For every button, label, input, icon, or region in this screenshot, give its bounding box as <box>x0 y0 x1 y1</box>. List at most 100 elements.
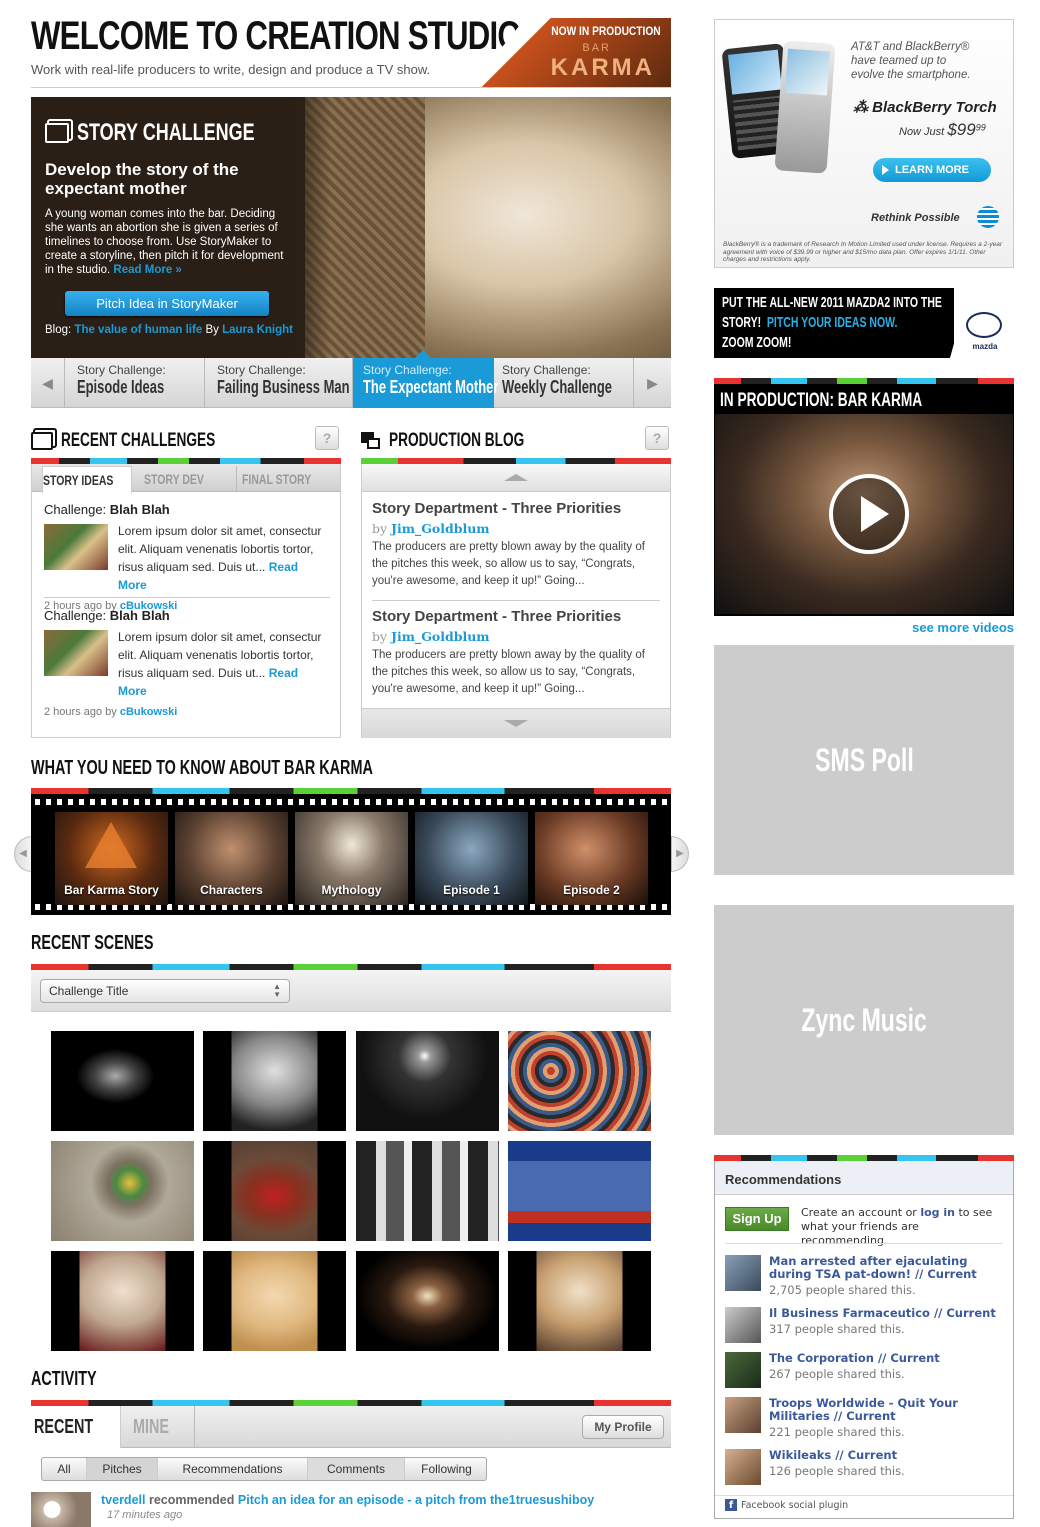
recommendations-heading: Recommendations <box>725 1172 842 1187</box>
hero-section-label: STORY CHALLENGE <box>77 119 255 146</box>
chevron-up-icon <box>504 474 528 481</box>
blog-scroll-up[interactable] <box>362 464 670 492</box>
sign-up-button[interactable]: Sign Up <box>725 1207 789 1231</box>
tab-story-ideas[interactable]: STORY IDEAS <box>42 466 132 493</box>
tab-mine[interactable]: MINE <box>121 1406 195 1448</box>
filmstrip-next[interactable]: ▶ <box>671 836 689 872</box>
blackberry-icon: ⁂ <box>853 99 868 116</box>
blackberry-logo: ⁂ BlackBerry Torch <box>853 99 997 116</box>
activity-user-link[interactable]: tverdell <box>101 1493 145 1507</box>
filter-following[interactable]: Following <box>405 1458 486 1480</box>
recommendation-item[interactable]: Wikileaks // Current 126 people shared t… <box>725 1449 1005 1485</box>
scene-thumbnail[interactable] <box>356 1251 499 1351</box>
challenge-thumbnail <box>44 630 108 676</box>
filter-pitches[interactable]: Pitches <box>87 1458 158 1480</box>
hero-panel: STORY CHALLENGE Develop the story of the… <box>31 97 671 358</box>
filter-comments[interactable]: Comments <box>308 1458 405 1480</box>
scene-thumbnail[interactable] <box>356 1031 499 1131</box>
recommendation-item[interactable]: Man arrested after ejaculating during TS… <box>725 1255 1005 1297</box>
tab-story-dev[interactable]: STORY DEV <box>132 466 237 492</box>
blackberry-ad[interactable]: AT&T and BlackBerry® have teamed up to evo… <box>714 19 1014 268</box>
avatar[interactable] <box>31 1492 91 1527</box>
filmstrip-item-bar-karma-story[interactable]: Bar Karma Story <box>55 812 168 905</box>
chevron-down-icon <box>504 720 528 727</box>
video-player[interactable] <box>715 414 1013 614</box>
page-subtitle: Work with real-life producers to write, … <box>31 62 431 77</box>
scene-thumbnail[interactable] <box>51 1251 194 1351</box>
blog-post-title[interactable]: Story Department - Three Priorities <box>372 608 660 625</box>
activity-heading: ACTIVITY <box>31 1368 97 1390</box>
filter-recommendations[interactable]: Recommendations <box>158 1458 308 1480</box>
zync-music-panel[interactable]: Zync Music <box>714 905 1014 1135</box>
scene-thumbnail[interactable] <box>203 1031 346 1131</box>
scene-thumbnail[interactable] <box>508 1141 651 1241</box>
filmstrip-item-episode-2[interactable]: Episode 2 <box>535 812 648 905</box>
hero-blog-link[interactable]: The value of human life <box>74 324 202 336</box>
blog-post-title[interactable]: Story Department - Three Priorities <box>372 500 660 517</box>
see-more-videos-link[interactable]: see more videos <box>880 620 1014 635</box>
tab-episode-ideas[interactable]: Story Challenge: Episode Ideas <box>65 358 205 408</box>
mazda-logo-icon <box>966 312 1002 338</box>
badge-line3: KARMA <box>550 54 655 81</box>
hero-blog-author[interactable]: Laura Knight <box>222 324 293 336</box>
pitch-your-ideas-link[interactable]: PITCH YOUR IDEAS NOW. <box>767 314 897 331</box>
activity-pitch-link[interactable]: Pitch an idea for an episode - a pitch f… <box>238 1493 594 1507</box>
challenge-user-link[interactable]: cBukowski <box>120 706 177 718</box>
badge-line2: BAR <box>582 42 611 54</box>
avatar <box>725 1397 761 1433</box>
facebook-icon: f <box>725 1499 737 1511</box>
scene-thumbnail[interactable] <box>203 1141 346 1241</box>
facebook-plugin-footer[interactable]: f Facebook social plugin <box>725 1499 848 1511</box>
scene-thumbnail[interactable] <box>356 1141 499 1241</box>
filmstrip-prev[interactable]: ◀ <box>14 836 32 872</box>
learn-more-button[interactable]: LEARN MORE <box>873 158 991 182</box>
scene-thumbnail[interactable] <box>508 1251 651 1351</box>
scene-thumbnail[interactable] <box>51 1141 194 1241</box>
blog-author-link[interactable]: Jim_Goldblum <box>391 521 489 536</box>
challenge-item[interactable]: Challenge: Blah Blah Lorem ipsum dolor s… <box>44 502 330 612</box>
video-panel: IN PRODUCTION: BAR KARMA <box>714 384 1014 616</box>
log-in-link[interactable]: log in <box>920 1206 955 1219</box>
tab-weekly-challenge[interactable]: Story Challenge: Weekly Challenge <box>494 358 634 408</box>
tabs-next-arrow[interactable]: ▶ <box>634 358 671 408</box>
activity-entry: tverdell recommended Pitch an idea for a… <box>31 1492 671 1527</box>
blog-icon <box>361 432 381 450</box>
pitch-idea-button[interactable]: Pitch Idea in StoryMaker <box>65 291 269 316</box>
filmstrip-item-characters[interactable]: Characters <box>175 812 288 905</box>
tab-expectant-mother[interactable]: Story Challenge: The Expectant Mother <box>353 350 498 408</box>
recent-challenges-help-button[interactable]: ? <box>315 426 339 450</box>
blog-author-link[interactable]: Jim_Goldblum <box>391 629 489 644</box>
recent-challenges-heading: RECENT CHALLENGES <box>61 430 216 451</box>
filmstrip-item-mythology[interactable]: Mythology <box>295 812 408 905</box>
recommendation-item[interactable]: Il Business Farmaceutico // Current 317 … <box>725 1307 1005 1343</box>
page-header: WELCOME TO CREATION STUDIOS Work with re… <box>31 14 671 88</box>
blog-post[interactable]: Story Department - Three Priorities by J… <box>372 500 660 601</box>
scene-thumbnail[interactable] <box>508 1031 651 1131</box>
video-heading: IN PRODUCTION: BAR KARMA <box>720 390 923 411</box>
tabs-prev-arrow[interactable]: ◀ <box>31 358 65 408</box>
mazda-ad[interactable]: PUT THE ALL-NEW 2011 MAZDA2 INTO THE STO… <box>714 288 1014 358</box>
challenge-item[interactable]: Challenge: Blah Blah Lorem ipsum dolor s… <box>44 608 330 718</box>
blog-scroll-down[interactable] <box>362 708 670 738</box>
tab-final-story[interactable]: FINAL STORY <box>237 466 340 492</box>
hero-blog-line: Blog: The value of human life By Laura K… <box>45 324 293 336</box>
production-blog-help-button[interactable]: ? <box>645 426 669 450</box>
hero-read-more-link[interactable]: Read More » <box>113 264 181 276</box>
scene-thumbnail[interactable] <box>51 1031 194 1131</box>
sms-poll-panel[interactable]: SMS Poll <box>714 645 1014 875</box>
scenes-grid <box>51 1031 651 1351</box>
filmstrip-item-episode-1[interactable]: Episode 1 <box>415 812 528 905</box>
tab-recent[interactable]: RECENT <box>31 1406 121 1448</box>
story-challenge-icon <box>45 123 69 143</box>
blog-post[interactable]: Story Department - Three Priorities by J… <box>372 608 660 698</box>
recent-scenes-heading: RECENT SCENES <box>31 932 154 954</box>
badge-line1: NOW IN PRODUCTION <box>551 24 661 38</box>
tab-failing-business-man[interactable]: Story Challenge: Failing Business Man <box>205 358 353 408</box>
scene-thumbnail[interactable] <box>203 1251 346 1351</box>
recommendation-item[interactable]: Troops Worldwide - Quit Your Militaries … <box>725 1397 1005 1439</box>
challenge-title-select[interactable]: Challenge Title ▲ ▼ <box>40 979 290 1003</box>
filter-all[interactable]: All <box>42 1458 87 1480</box>
play-icon[interactable] <box>829 474 909 554</box>
recommendation-item[interactable]: The Corporation // Current 267 people sh… <box>725 1352 1005 1388</box>
my-profile-button[interactable]: My Profile <box>582 1415 664 1439</box>
